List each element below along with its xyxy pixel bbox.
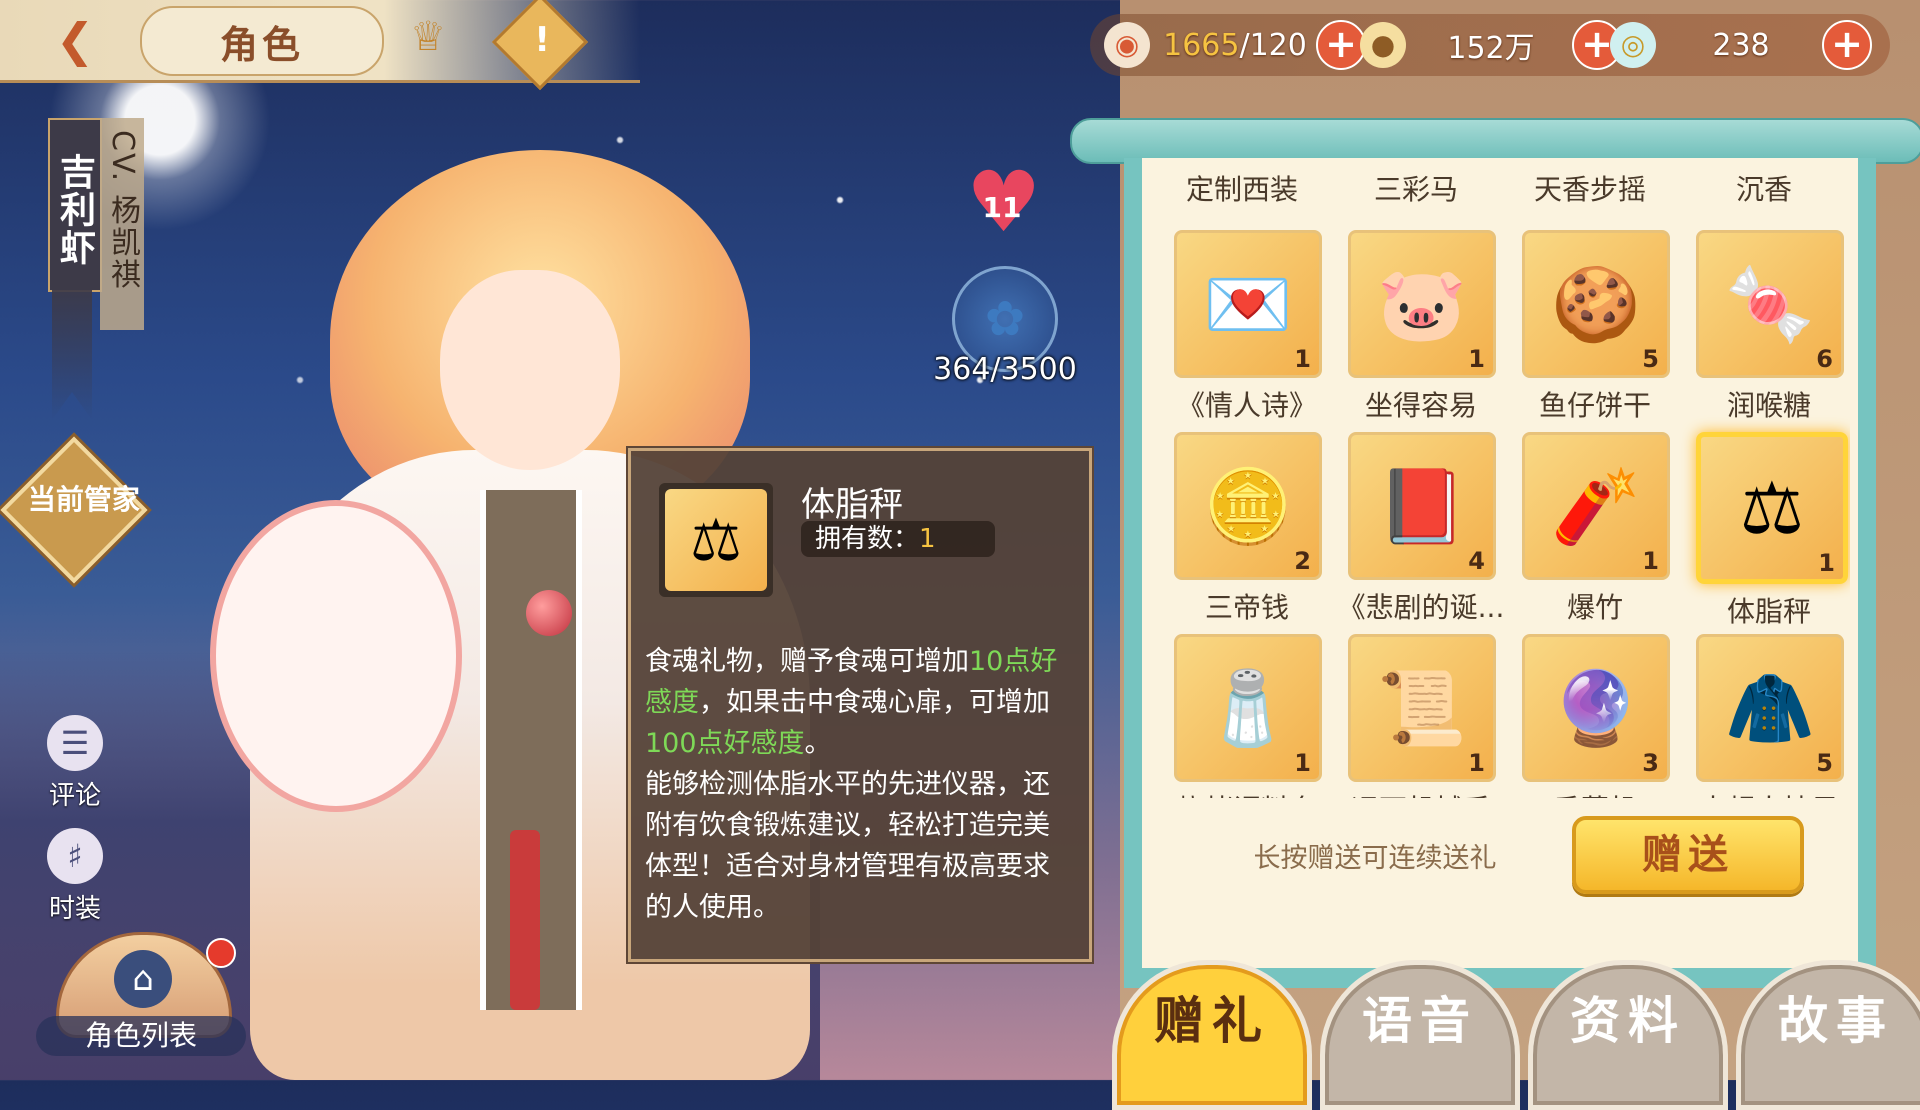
gift-item[interactable]: 💌 1 《情人诗》 [1174,230,1322,424]
gift-name-top[interactable]: 天香步摇 [1510,168,1670,208]
item-tooltip: ⚖ 体脂秤 拥有数：1 食魂礼物，赠予食魂可增加10点好感度，如果击中食魂心扉，… [628,448,1092,962]
notification-dot [206,938,236,968]
role-list-button[interactable]: ⌂ 角色列表 [36,932,246,1058]
gift-item[interactable]: 🧥5 大超人披风 [1696,634,1844,798]
gift-item[interactable]: 🔮3 香薰机 [1522,634,1670,798]
gold-icon: ● [1360,22,1406,68]
jade-counter: ◎ 238 + [1610,14,1872,76]
gold-counter: ● 152万 + [1360,14,1622,76]
gift-item[interactable]: 🪙 2 三帝钱 [1174,432,1322,626]
back-arrow-icon: ❮ [55,13,95,67]
gift-item[interactable]: 📕 4 《悲剧的诞... [1338,432,1504,626]
tooltip-item-frame: ⚖ [659,483,773,597]
tab-profile[interactable]: 资料 [1528,960,1728,1110]
stamina-counter: ◉ 1665/120 + [1104,14,1366,76]
gift-item[interactable]: 🐷 1 坐得容易 [1348,230,1496,424]
gift-item[interactable]: 📜1 远西机械手 [1348,634,1496,798]
tab-story[interactable]: 故事 [1736,960,1920,1110]
current-manager-button[interactable]: 当前管家 [0,436,148,584]
comment-button[interactable]: ☰ 评论 [30,715,120,812]
back-button[interactable]: ❮ [30,8,120,72]
home-icon: ⌂ [114,950,172,1008]
gift-name-top[interactable]: 三彩马 [1336,168,1496,208]
send-gift-button[interactable]: 赠送 [1572,816,1804,894]
banner-tail [52,280,92,420]
gift-item[interactable]: 🍬 6 润喉糖 [1696,230,1844,424]
add-stamina-button[interactable]: + [1316,20,1366,70]
tab-voice[interactable]: 语音 [1320,960,1520,1110]
character-face [440,270,620,470]
character-name-banner: 吉利虾 CV. 杨凯祺 [48,118,148,420]
gift-item[interactable]: 🧨 1 爆竹 [1522,432,1670,626]
page-title: 角色 [140,6,384,76]
gift-name-top[interactable]: 定制西装 [1162,168,1322,208]
gift-item[interactable]: 🧂1 烧烤调料套 [1174,634,1322,798]
gift-name-top[interactable]: 沉香 [1684,168,1844,208]
gift-item[interactable]: 🍪 5 鱼仔饼干 [1522,230,1670,424]
notice-icon[interactable]: ! [491,0,589,91]
gift-grid: 定制西装 三彩马 天香步摇 沉香 💌 1 《情人诗》 🐷 1 坐得容易 🍪 5 鱼仔饼… [1160,168,1850,798]
affection-value: 364/3500 [933,352,1077,387]
character-name: 吉利虾 [48,118,102,292]
rice-bowl-icon: ◉ [1104,22,1150,68]
fashion-button[interactable]: ♯ 时装 [30,828,120,925]
character-ornament [526,590,572,636]
gift-item-selected[interactable]: ⚖ 1 体脂秤 [1696,432,1848,630]
top-header: ❮ 角色 ♕ ! [0,0,640,91]
crown-icon[interactable]: ♕ [400,14,456,66]
currency-bar: ◉ 1665/120 + ● 152万 + ◎ 238 + [1090,14,1890,76]
tooltip-item-name: 体脂秤 [801,485,903,525]
add-jade-button[interactable]: + [1822,20,1872,70]
bottom-tabs: 赠礼 语音 资料 故事 [1100,960,1920,1110]
tooltip-description: 食魂礼物，赠予食魂可增加10点好感度，如果击中食魂心扉，可增加100点好感度。 … [645,646,1058,923]
tooltip-owned: 拥有数：1 [801,521,995,557]
comment-icon: ☰ [47,715,103,771]
gift-hint: 长按赠送可连续送礼 [1253,843,1497,874]
outfit-icon: ♯ [47,828,103,884]
tab-gift[interactable]: 赠礼 [1112,960,1312,1110]
character-tassel [510,830,540,1010]
scale-icon: ⚖ [665,489,767,591]
character-cv: CV. 杨凯祺 [100,118,144,330]
character-sleeve [210,500,462,812]
affection-level-heart: 11 [966,160,1041,244]
jade-coin-icon: ◎ [1610,22,1656,68]
